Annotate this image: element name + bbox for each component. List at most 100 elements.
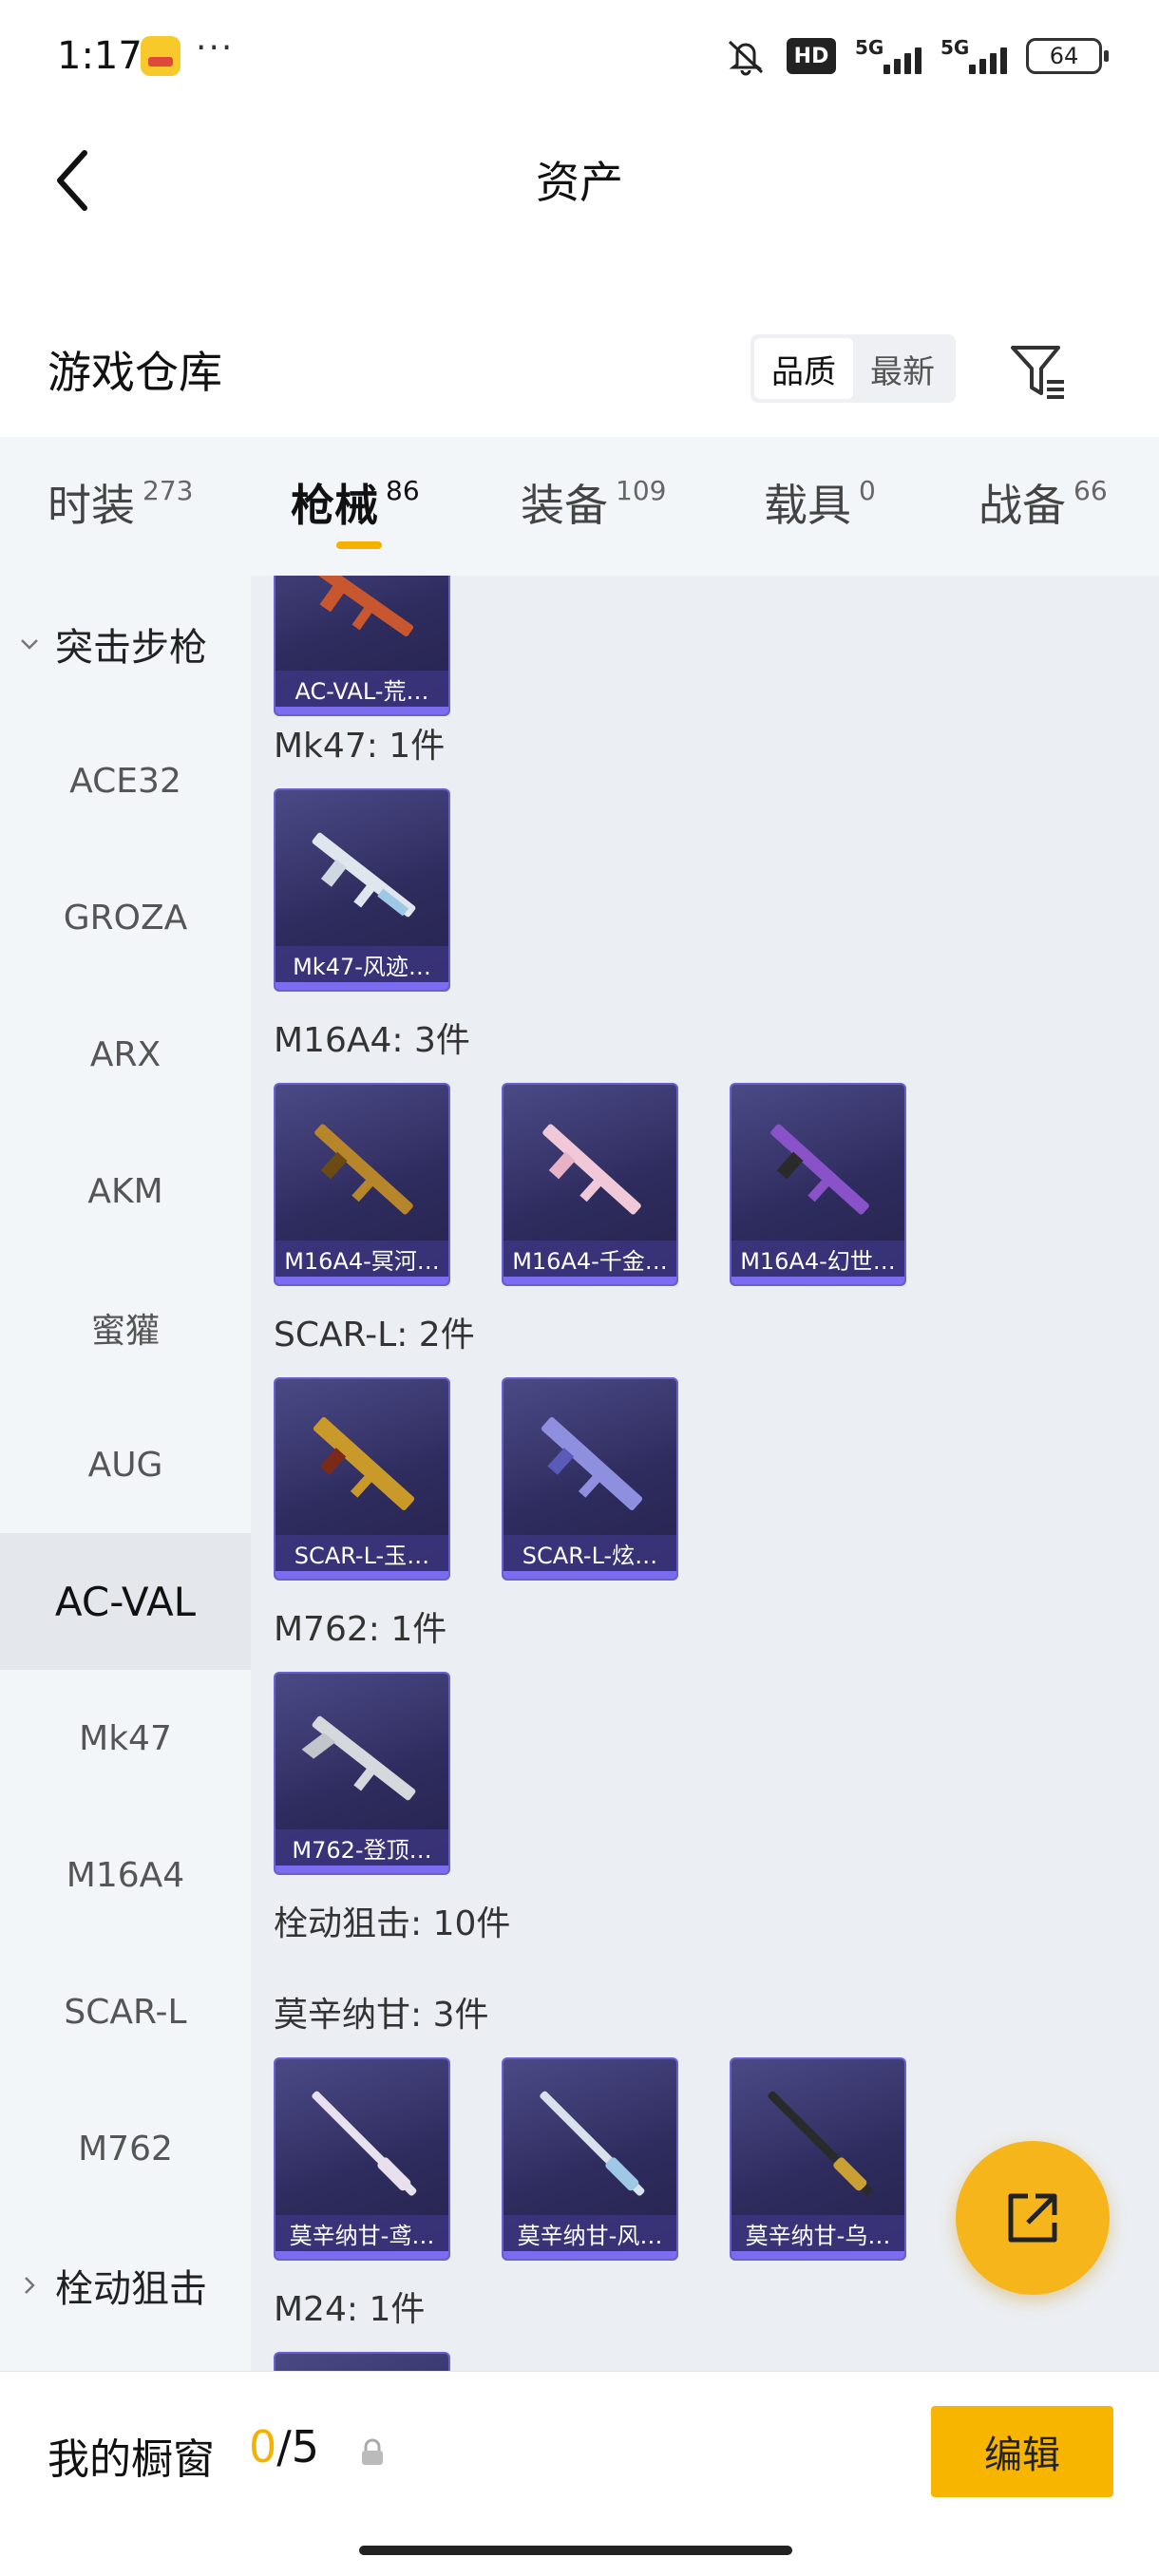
item-name: AC-VAL-荒… <box>276 671 448 707</box>
rifle-icon <box>301 1715 416 1801</box>
item-card[interactable]: SCAR-L-炫… <box>502 1377 678 1581</box>
item-card[interactable] <box>274 2352 450 2371</box>
item-grid: AC-VAL-荒… Mk47: 1件 Mk47-风迹… M16A4: 3件 M1… <box>251 576 1159 2371</box>
nav-bar: 资产 <box>0 114 1159 247</box>
rifle-icon <box>542 1124 641 1215</box>
tab-tactical[interactable]: 战备 66 <box>978 471 1108 534</box>
mute-icon <box>724 36 768 76</box>
sidebar-group-bolt-action[interactable]: 栓动狙击 <box>0 2217 251 2354</box>
tab-count: 273 <box>142 475 194 506</box>
tab-equipment[interactable]: 装备 109 <box>521 471 666 534</box>
tab-label: 战备 <box>978 480 1066 531</box>
sidebar-group-label: 栓动狙击 <box>55 2267 207 2311</box>
group-label: M16A4: 3件 <box>274 1021 470 1060</box>
sort-by-quality[interactable]: 品质 <box>754 338 853 399</box>
item-name: M16A4-幻世… <box>732 1241 904 1277</box>
tab-fashion[interactable]: 时装 273 <box>48 471 193 534</box>
item-name: M16A4-千金… <box>504 1241 676 1277</box>
group-label: M24: 1件 <box>274 2290 426 2329</box>
chevron-right-icon <box>25 2277 35 2294</box>
sidebar-item-scar-l[interactable]: SCAR-L <box>0 1943 251 2080</box>
item-name: 莫辛纳甘-乌… <box>732 2215 904 2251</box>
rifle-icon <box>770 1124 869 1215</box>
signal-icon: 5G <box>855 36 922 76</box>
battery-icon: 64 <box>1026 38 1109 74</box>
hd-voice-icon: HD <box>787 38 836 74</box>
item-name: 莫辛纳甘-风… <box>504 2215 676 2251</box>
share-button[interactable] <box>956 2141 1110 2295</box>
tab-count: 109 <box>616 475 667 506</box>
sidebar-item-arx[interactable]: ARX <box>0 986 251 1123</box>
status-bar: 1:17 ··· HD 5G 5G 64 <box>0 0 1159 114</box>
active-tab-indicator <box>336 541 382 549</box>
sidebar-item-m762[interactable]: M762 <box>0 2080 251 2217</box>
item-name: SCAR-L-玉… <box>276 1535 448 1571</box>
item-card[interactable]: 莫辛纳甘-乌… <box>730 2057 906 2261</box>
tab-label: 时装 <box>48 480 135 531</box>
item-name: M16A4-冥河… <box>276 1241 448 1277</box>
sort-by-newest[interactable]: 最新 <box>853 338 952 399</box>
tab-label: 枪械 <box>291 480 378 531</box>
lock-icon <box>362 2438 383 2465</box>
group-label: Mk47: 1件 <box>274 727 446 766</box>
rifle-icon <box>541 1417 643 1510</box>
item-card[interactable]: AC-VAL-荒… <box>274 576 450 716</box>
item-name: 莫辛纳甘-鸢… <box>276 2215 448 2251</box>
home-indicator[interactable] <box>359 2546 792 2555</box>
item-card[interactable]: SCAR-L-玉… <box>274 1377 450 1581</box>
item-card[interactable]: M16A4-千金… <box>502 1083 678 1286</box>
sidebar-item-mk47[interactable]: Mk47 <box>0 1670 251 1807</box>
sidebar-group-assault-rifles[interactable]: 突击步枪 <box>0 576 251 712</box>
page-title: 资产 <box>536 157 623 208</box>
item-card[interactable]: M16A4-冥河… <box>274 1083 450 1286</box>
item-card[interactable]: 莫辛纳甘-鸢… <box>274 2057 450 2261</box>
sidebar-group-label: 突击步枪 <box>55 626 207 670</box>
sidebar: 突击步枪 ACE32 GROZA ARX AKM 蜜獾 AUG AC-VAL M… <box>0 576 251 2371</box>
more-notifications-icon: ··· <box>196 28 235 67</box>
item-card[interactable]: M16A4-幻世… <box>730 1083 906 1286</box>
warehouse-header: 游戏仓库 品质 最新 <box>0 313 1159 427</box>
rifle-icon <box>312 832 416 918</box>
item-name: SCAR-L-炫… <box>504 1535 676 1571</box>
tab-label: 装备 <box>521 480 608 531</box>
filter-icon <box>1011 346 1064 399</box>
sniper-rifle-icon <box>312 2091 417 2196</box>
group-label: SCAR-L: 2件 <box>274 1316 475 1354</box>
sidebar-item-ac-val[interactable]: AC-VAL <box>0 1533 251 1670</box>
group-label: M762: 1件 <box>274 1610 447 1649</box>
warehouse-title: 游戏仓库 <box>48 347 222 398</box>
share-icon <box>1008 2193 1057 2243</box>
tab-vehicles[interactable]: 载具 0 <box>764 471 876 534</box>
sidebar-item-aug[interactable]: AUG <box>0 1396 251 1533</box>
showcase-label: 我的橱窗 <box>48 2435 215 2484</box>
group-label: 栓动狙击: 10件 <box>274 1904 511 1943</box>
tab-count: 66 <box>1074 475 1108 506</box>
item-name: Mk47-风迹… <box>276 946 448 982</box>
sidebar-item-akm[interactable]: AKM <box>0 1123 251 1260</box>
signal-icon-2: 5G <box>940 36 1007 76</box>
rifle-icon <box>313 1417 415 1510</box>
tab-count: 0 <box>859 475 876 506</box>
edit-button[interactable]: 编辑 <box>931 2406 1113 2497</box>
group-label: 莫辛纳甘: 3件 <box>274 1996 489 2035</box>
sidebar-item-m16a4[interactable]: M16A4 <box>0 1807 251 1943</box>
tab-label: 载具 <box>764 480 851 531</box>
app-notification-icon <box>141 36 180 76</box>
tab-firearms[interactable]: 枪械 86 <box>291 471 420 534</box>
filter-button[interactable] <box>1005 338 1072 405</box>
item-name: M762-登顶… <box>276 1829 448 1866</box>
status-time: 1:17 <box>57 34 142 78</box>
item-card[interactable]: M762-登顶… <box>274 1672 450 1875</box>
category-tabs: 时装 273 枪械 86 装备 109 载具 0 战备 66 <box>0 437 1159 576</box>
tab-count: 86 <box>386 475 420 506</box>
item-card[interactable]: Mk47-风迹… <box>274 788 450 992</box>
rifle-icon <box>314 1124 413 1215</box>
item-card[interactable]: 莫辛纳甘-风… <box>502 2057 678 2261</box>
sidebar-item-honey-badger[interactable]: 蜜獾 <box>0 1260 251 1396</box>
sidebar-item-groza[interactable]: GROZA <box>0 849 251 986</box>
showcase-count: 0/5 <box>249 2421 320 2472</box>
chevron-down-icon <box>21 639 38 650</box>
sidebar-item-ace32[interactable]: ACE32 <box>0 712 251 849</box>
sniper-rifle-icon <box>540 2091 645 2196</box>
sort-toggle: 品质 最新 <box>750 334 956 403</box>
